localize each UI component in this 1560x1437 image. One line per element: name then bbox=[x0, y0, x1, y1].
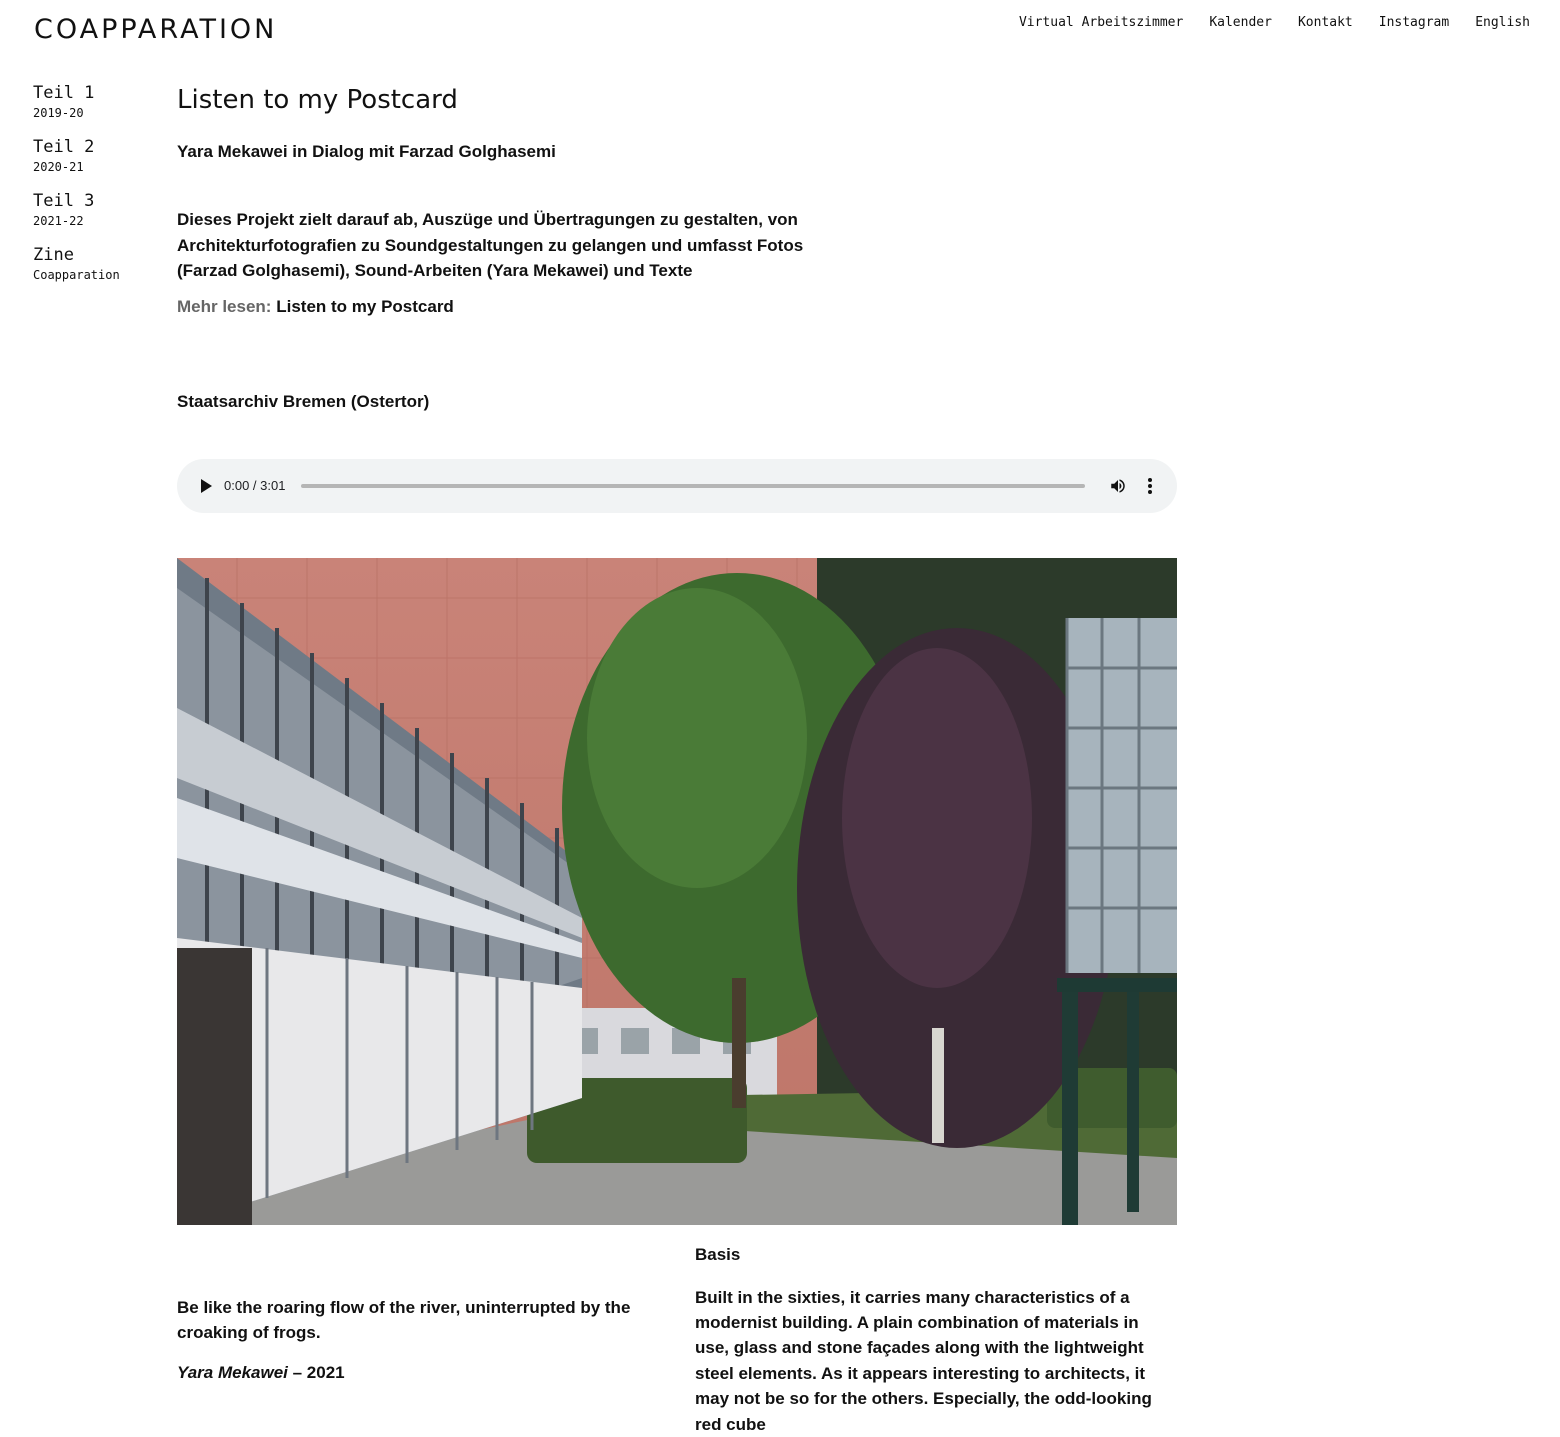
audio-player: 0:00 / 3:01 bbox=[177, 458, 1177, 513]
nav-kontakt[interactable]: Kontakt bbox=[1298, 15, 1353, 30]
page-title: Listen to my Postcard bbox=[177, 85, 458, 115]
sidebar-item-years: 2020-21 bbox=[33, 160, 84, 174]
sidebar: Teil 1 2019-20 Teil 2 2020-21 Teil 3 202… bbox=[33, 83, 163, 299]
quote-text: Be like the roaring flow of the river, u… bbox=[177, 1297, 631, 1342]
quote-year: – 2021 bbox=[287, 1363, 345, 1383]
nav-instagram[interactable]: Instagram bbox=[1379, 15, 1449, 30]
sidebar-item-teil-2[interactable]: Teil 2 2020-21 bbox=[33, 137, 163, 177]
nav-english[interactable]: English bbox=[1475, 15, 1530, 30]
sidebar-item-label: Teil 2 bbox=[33, 137, 95, 157]
play-icon bbox=[201, 478, 212, 493]
read-more: Mehr lesen: Listen to my Postcard bbox=[177, 297, 1177, 317]
audio-progress-bar[interactable] bbox=[301, 483, 1085, 488]
read-more-label: Mehr lesen: bbox=[177, 296, 272, 316]
sidebar-item-label: Teil 3 bbox=[33, 191, 95, 211]
intro-text: Dieses Projekt zielt darauf ab, Auszüge … bbox=[177, 210, 804, 280]
audio-time: 0:00 / 3:01 bbox=[224, 478, 286, 493]
quote-author: Yara Mekawei bbox=[177, 1363, 288, 1383]
quote-attribution: Yara Mekawei – 2021 bbox=[177, 1363, 657, 1383]
sidebar-item-teil-3[interactable]: Teil 3 2021-22 bbox=[33, 191, 163, 231]
basis-column: Basis Built in the sixties, it carries m… bbox=[695, 1242, 1177, 1437]
sidebar-item-label: Teil 1 bbox=[33, 83, 95, 103]
sidebar-item-years: 2019-20 bbox=[33, 106, 84, 120]
location-heading: Staatsarchiv Bremen (Ostertor) bbox=[177, 391, 430, 411]
nav-kalender[interactable]: Kalender bbox=[1209, 15, 1272, 30]
more-vertical-icon bbox=[1148, 477, 1152, 494]
site-title-link[interactable]: COAPPARATION bbox=[34, 14, 277, 45]
sidebar-item-label: Zine bbox=[33, 245, 74, 265]
play-button[interactable] bbox=[195, 475, 217, 497]
text-columns: Be like the roaring flow of the river, u… bbox=[177, 1225, 1177, 1434]
sidebar-item-years: 2021-22 bbox=[33, 214, 84, 228]
volume-button[interactable] bbox=[1107, 475, 1129, 497]
more-options-button[interactable] bbox=[1139, 475, 1161, 497]
sidebar-item-sub: Coapparation bbox=[33, 268, 120, 282]
main-content: Listen to my Postcard Yara Mekawei in Di… bbox=[177, 84, 1177, 1434]
page-subtitle: Yara Mekawei in Dialog mit Farzad Golgha… bbox=[177, 142, 556, 161]
basis-title: Basis bbox=[695, 1244, 741, 1264]
sidebar-item-zine[interactable]: Zine Coapparation bbox=[33, 245, 163, 285]
read-more-link[interactable]: Listen to my Postcard bbox=[276, 297, 454, 316]
basis-text: Built in the sixties, it carries many ch… bbox=[695, 1287, 1152, 1434]
staatsarchiv-photo bbox=[177, 557, 1177, 1225]
quote-column: Be like the roaring flow of the river, u… bbox=[177, 1295, 657, 1384]
nav-virtual-arbeitszimmer[interactable]: Virtual Arbeitszimmer bbox=[1019, 15, 1183, 30]
sidebar-item-teil-1[interactable]: Teil 1 2019-20 bbox=[33, 83, 163, 123]
top-navigation: Virtual Arbeitszimmer Kalender Kontakt I… bbox=[1019, 15, 1530, 30]
volume-icon bbox=[1111, 478, 1125, 493]
